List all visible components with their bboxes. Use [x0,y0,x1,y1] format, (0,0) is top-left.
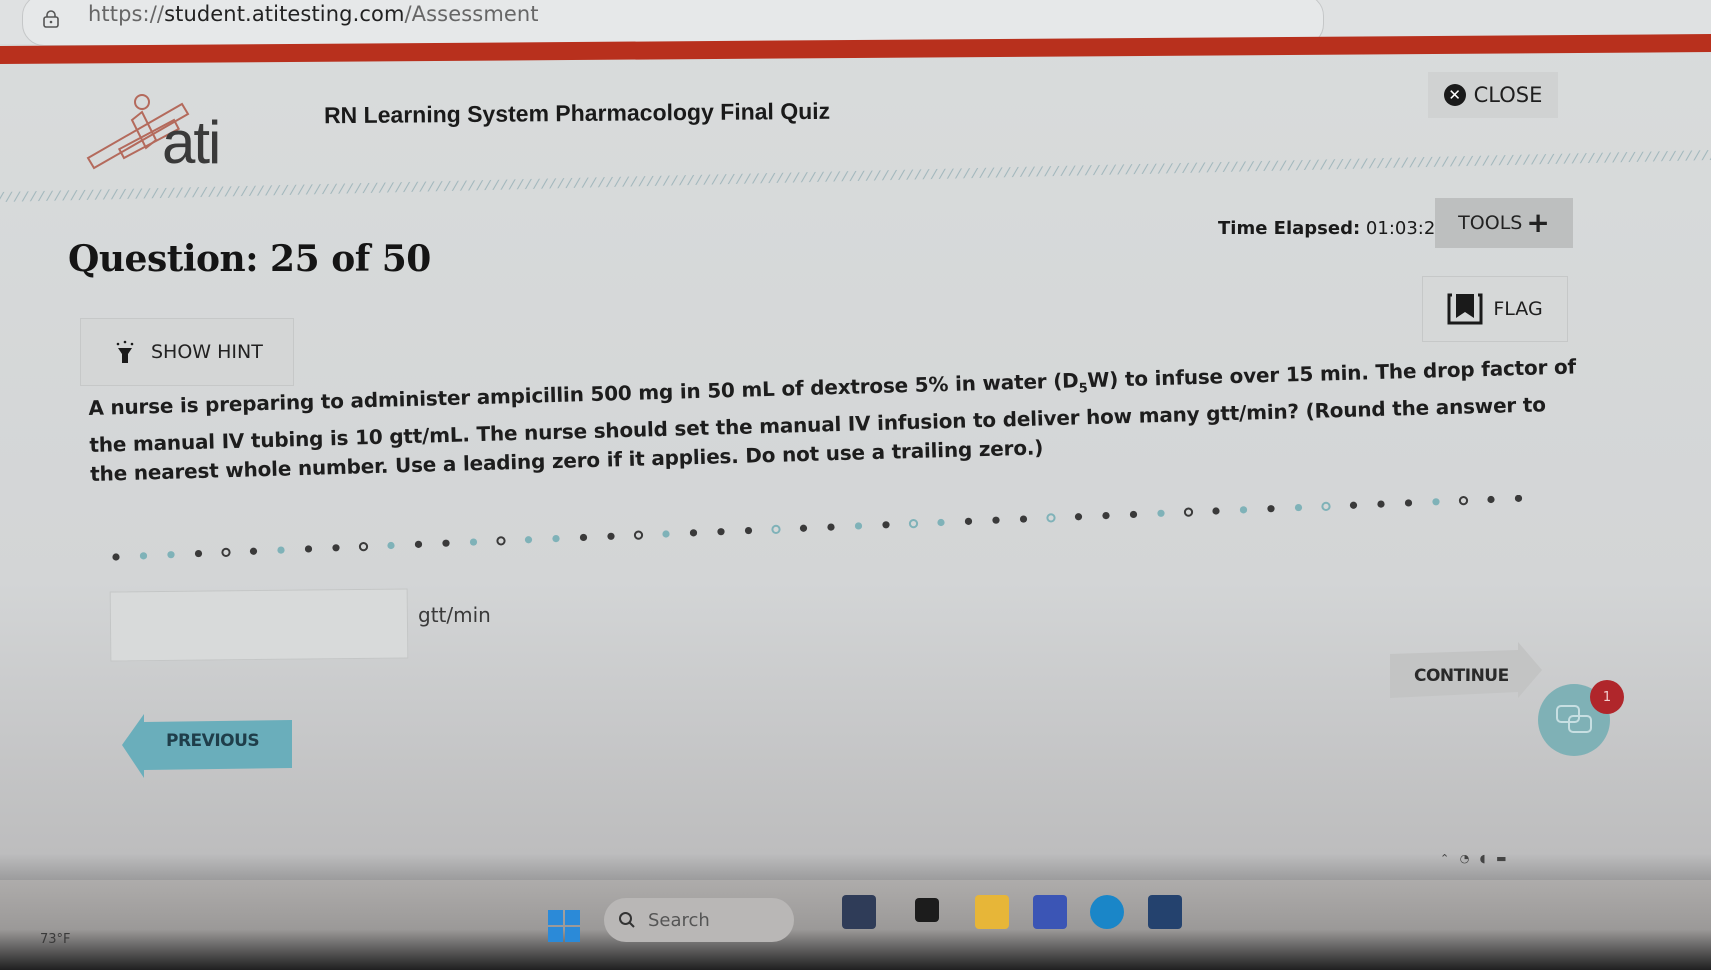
header-divider [0,150,1711,202]
time-label: Time Elapsed: [1218,218,1361,239]
terminal-icon[interactable] [915,898,939,922]
search-icon [619,912,635,928]
divider-dot [1157,509,1165,517]
divider-dot [1212,507,1220,515]
answer-unit: gtt/min [418,603,491,627]
question-of: of [331,238,370,280]
flag-button[interactable]: FLAG [1422,276,1568,342]
divider-dot [992,516,1000,524]
divider-dot [249,547,258,555]
divider-dot [908,519,919,529]
divider-dot [1487,495,1495,504]
divider-dot [1404,499,1413,507]
question-label: Question: [68,238,258,280]
file-explorer-icon[interactable] [975,895,1009,929]
divider-dot [358,542,369,552]
divider-dot [1267,505,1275,513]
flag-label: FLAG [1493,298,1543,320]
show-hint-button[interactable]: SHOW HINT [80,318,294,386]
url-host: student.atitesting.com [164,2,405,26]
divider-dot [1046,513,1056,523]
plus-icon: + [1526,206,1550,239]
divider-dot [304,545,313,553]
divider-dot [1074,513,1083,521]
app-bird-icon[interactable] [842,895,876,929]
divider-dot [1377,500,1385,508]
divider-dot [139,552,148,560]
url-scheme: https:// [88,2,165,26]
divider-dot [1349,501,1358,509]
store-icon[interactable] [1148,895,1182,929]
lock-icon [43,10,59,28]
divider-dot [1294,503,1303,512]
divider-dot [579,533,588,542]
divider-dot [1321,501,1331,511]
divider-dot [744,526,753,535]
divider-dot [1102,512,1110,520]
close-label: CLOSE [1473,83,1543,107]
notification-badge: 1 [1590,680,1624,714]
chat-bubbles-icon [1556,705,1592,733]
system-tray[interactable]: ⌃ ◔ ◖ ▬ [1440,852,1506,865]
divider-dot [194,549,203,558]
divider-dot [552,535,560,543]
bookmark-icon [1447,293,1483,325]
question-total: 50 [381,238,432,280]
dotted-divider [112,495,1523,561]
divider-dot [717,528,725,536]
question-stem: A nurse is preparing to administer ampic… [88,352,1590,489]
divider-dot [1514,495,1523,502]
divider-dot [771,524,781,535]
divider-dot [524,536,533,544]
divider-dot [854,522,863,530]
close-button[interactable]: ✕ CLOSE [1428,72,1558,118]
answer-input[interactable] [109,588,409,662]
tools-button[interactable]: TOOLS + [1435,198,1573,248]
divider-dot [882,521,890,529]
divider-dot [1183,507,1194,517]
divider-dot [414,540,423,548]
taskbar-search[interactable]: Search [604,898,794,942]
time-elapsed: Time Elapsed: 01:03:29 [1218,218,1447,239]
divider-dot [469,538,478,546]
divider-dot [937,518,945,527]
divider-dot [1458,496,1469,506]
divider-dot [1129,510,1138,519]
divider-dot [221,547,231,558]
divider-dot [1432,498,1440,506]
divider-dot [607,532,615,540]
teams-icon[interactable] [1033,895,1067,929]
divider-dot [799,524,808,532]
continue-label: CONTINUE [1414,666,1509,686]
divider-dot [662,530,670,538]
quiz-title: RN Learning System Pharmacology Final Qu… [323,97,831,129]
divider-dot [827,523,835,531]
close-circle-icon: ✕ [1443,84,1466,106]
flashlight-icon [116,340,134,363]
windows-start-icon[interactable] [548,910,580,942]
url-text[interactable]: https://student.atitesting.com/Assessmen… [88,2,539,26]
divider-dot [633,530,644,540]
url-path: /Assessment [404,2,539,26]
divider-dot [332,544,340,552]
hint-label: SHOW HINT [151,341,263,363]
divider-dot [277,546,285,554]
divider-dot [496,536,506,546]
weather-widget[interactable]: 73°F [40,932,71,947]
previous-label: PREVIOUS [166,731,260,751]
divider-dot [112,553,120,561]
divider-dot [442,539,450,547]
search-label: Search [648,909,710,931]
divider-dot [1019,515,1028,523]
divider-dot [167,551,175,559]
divider-dot [387,541,395,550]
divider-dot [964,517,973,525]
divider-dot [689,529,698,537]
divider-dot [1239,506,1248,514]
tools-label: TOOLS [1458,212,1523,234]
question-current: 25 [270,238,320,280]
edge-icon[interactable] [1090,895,1124,929]
question-number: Question: 25 of 50 [68,238,431,280]
